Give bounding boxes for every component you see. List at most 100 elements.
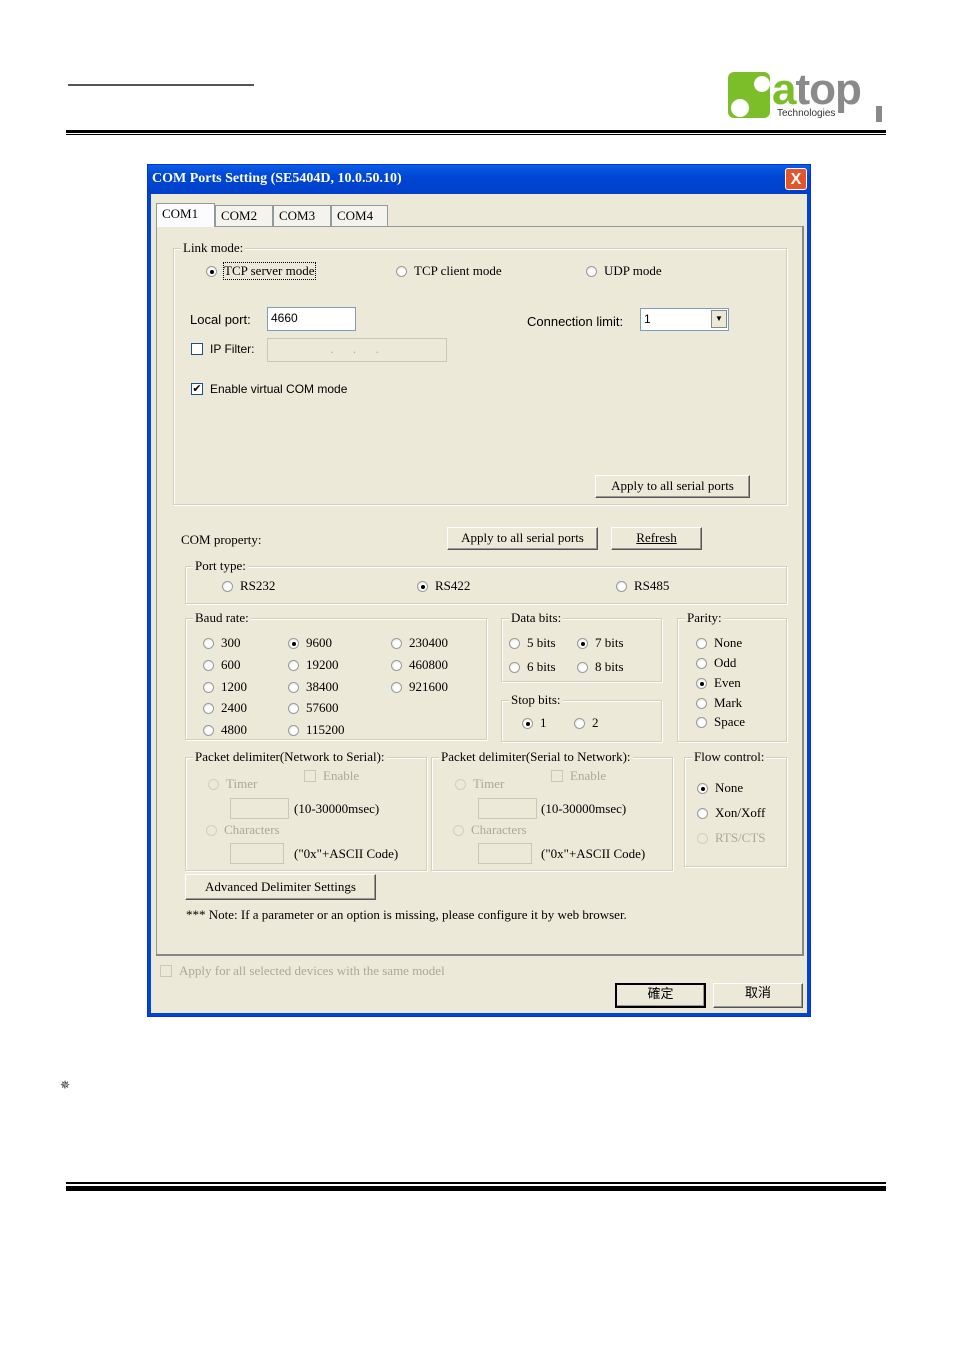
radio-label: TCP server mode <box>223 262 316 280</box>
header-rule <box>66 130 886 133</box>
radio-selected-icon <box>577 637 588 649</box>
radio-tcp-server[interactable]: TCP server mode <box>206 262 316 280</box>
title-bar[interactable]: COM Ports Setting (SE5404D, 10.0.50.10) … <box>148 165 810 194</box>
checkbox-icon <box>160 965 172 977</box>
radio-baud-600[interactable]: 600 <box>203 657 241 673</box>
logo-letter-a: a <box>772 65 797 114</box>
radio-baud-300[interactable]: 300 <box>203 635 241 651</box>
logo-subtitle: Technologies <box>777 108 836 119</box>
radio-flow-rts-cts[interactable]: RTS/CTS <box>697 830 766 846</box>
com-property-label: COM property: <box>181 532 262 547</box>
radio-baud-57600[interactable]: 57600 <box>288 700 339 716</box>
radio-selected-icon <box>697 782 708 794</box>
radio-icon <box>453 824 464 836</box>
delim1-characters-radio[interactable]: Characters <box>206 822 280 838</box>
radio-icon <box>206 824 217 836</box>
radio-baud-1200[interactable]: 1200 <box>203 679 247 695</box>
virtual-com-checkbox[interactable]: ✔ Enable virtual COM mode <box>191 381 347 397</box>
radio-label: TCP client mode <box>414 263 502 278</box>
advanced-delimiter-settings-button[interactable]: Advanced Delimiter Settings <box>185 874 376 900</box>
radio-icon <box>509 661 520 673</box>
radio-flow-xon-xoff[interactable]: Xon/Xoff <box>697 805 765 821</box>
checkbox-icon <box>304 770 316 782</box>
tab-com1[interactable]: COM1 <box>156 203 215 227</box>
delim2-timer-radio[interactable]: Timer <box>455 776 504 792</box>
radio-tcp-client[interactable]: TCP client mode <box>396 263 502 279</box>
radio-baud-4800[interactable]: 4800 <box>203 722 247 738</box>
radio-icon <box>616 580 627 592</box>
delim2-enable-checkbox[interactable]: Enable <box>551 768 606 784</box>
radio-6-bits[interactable]: 6 bits <box>509 659 556 675</box>
radio-baud-9600[interactable]: 9600 <box>288 635 332 651</box>
delim1-timer-input[interactable] <box>230 798 289 819</box>
radio-parity-odd[interactable]: Odd <box>696 655 736 671</box>
radio-icon <box>696 657 707 669</box>
data-bits-label: Data bits: <box>509 610 564 626</box>
tab-com3[interactable]: COM3 <box>273 205 331 226</box>
delimiter-net-to-serial-label: Packet delimiter(Network to Serial): <box>193 749 387 765</box>
radio-baud-230400[interactable]: 230400 <box>391 635 448 651</box>
radio-baud-460800[interactable]: 460800 <box>391 657 448 673</box>
radio-label: RS485 <box>634 578 670 593</box>
stop-bits-label: Stop bits: <box>509 692 563 708</box>
chevron-down-icon[interactable]: ▼ <box>711 310 727 328</box>
radio-baud-921600[interactable]: 921600 <box>391 679 448 695</box>
ok-button[interactable]: 確定 <box>615 983 706 1008</box>
delimiter-serial-to-net-group: Packet delimiter(Serial to Network): Ena… <box>431 749 673 871</box>
radio-rs232[interactable]: RS232 <box>222 578 275 594</box>
radio-rs422[interactable]: RS422 <box>417 578 470 594</box>
radio-baud-2400[interactable]: 2400 <box>203 700 247 716</box>
baud-rate-group: Baud rate: 300 600 1200 2400 4800 9600 1… <box>185 610 487 740</box>
radio-icon <box>396 265 407 277</box>
checkbox-label: Enable <box>323 768 360 783</box>
close-button[interactable]: X <box>785 168 807 190</box>
radio-5-bits[interactable]: 5 bits <box>509 635 556 651</box>
flow-control-group: Flow control: None Xon/Xoff RTS/CTS <box>684 749 787 867</box>
ip-filter-checkbox[interactable]: IP Filter: <box>191 341 254 357</box>
local-port-input[interactable]: 4660 <box>267 307 356 331</box>
radio-label: 300 <box>221 635 241 650</box>
radio-baud-38400[interactable]: 38400 <box>288 679 339 695</box>
radio-udp[interactable]: UDP mode <box>586 263 662 279</box>
radio-stop-1[interactable]: 1 <box>522 715 547 731</box>
delim1-timer-radio[interactable]: Timer <box>208 776 257 792</box>
radio-8-bits[interactable]: 8 bits <box>577 659 624 675</box>
radio-parity-mark[interactable]: Mark <box>696 695 742 711</box>
radio-rs485[interactable]: RS485 <box>616 578 669 594</box>
window-border-left <box>148 194 151 1016</box>
radio-baud-19200[interactable]: 19200 <box>288 657 339 673</box>
radio-parity-none[interactable]: None <box>696 635 742 651</box>
tab-com2[interactable]: COM2 <box>215 205 273 226</box>
radio-label: None <box>714 635 743 650</box>
radio-label: Timer <box>226 776 258 791</box>
link-mode-group: Link mode: TCP server mode TCP client mo… <box>173 240 787 505</box>
com-apply-all-button[interactable]: Apply to all serial ports <box>447 527 598 550</box>
cancel-button[interactable]: 取消 <box>713 983 803 1008</box>
link-apply-all-button[interactable]: Apply to all serial ports <box>595 475 750 498</box>
radio-label: 9600 <box>306 635 332 650</box>
delim2-timer-input[interactable] <box>478 798 537 819</box>
radio-7-bits[interactable]: 7 bits <box>577 635 624 651</box>
radio-parity-even[interactable]: Even <box>696 675 741 691</box>
delim1-enable-checkbox[interactable]: Enable <box>304 768 359 784</box>
radio-label: Characters <box>224 822 280 837</box>
radio-icon <box>288 702 299 714</box>
apply-all-devices-checkbox[interactable]: Apply for all selected devices with the … <box>160 963 445 979</box>
connection-limit-select[interactable]: 1 ▼ <box>640 308 729 331</box>
delim1-characters-input[interactable] <box>230 843 284 864</box>
tab-com4[interactable]: COM4 <box>331 205 388 226</box>
delim2-characters-radio[interactable]: Characters <box>453 822 527 838</box>
radio-icon <box>697 832 708 844</box>
refresh-button[interactable]: Refresh <box>611 527 702 550</box>
radio-parity-space[interactable]: Space <box>696 714 745 730</box>
delim2-characters-input[interactable] <box>478 843 532 864</box>
radio-flow-none[interactable]: None <box>697 780 743 796</box>
radio-icon <box>288 659 299 671</box>
radio-label: 57600 <box>306 700 339 715</box>
close-icon: X <box>790 171 802 188</box>
radio-baud-115200[interactable]: 115200 <box>288 722 345 738</box>
radio-stop-2[interactable]: 2 <box>574 715 599 731</box>
atop-logo: atop Technologies <box>726 65 886 122</box>
delim2-timer-range: (10-30000msec) <box>541 801 627 816</box>
ip-filter-input[interactable]: . . . <box>267 338 447 362</box>
